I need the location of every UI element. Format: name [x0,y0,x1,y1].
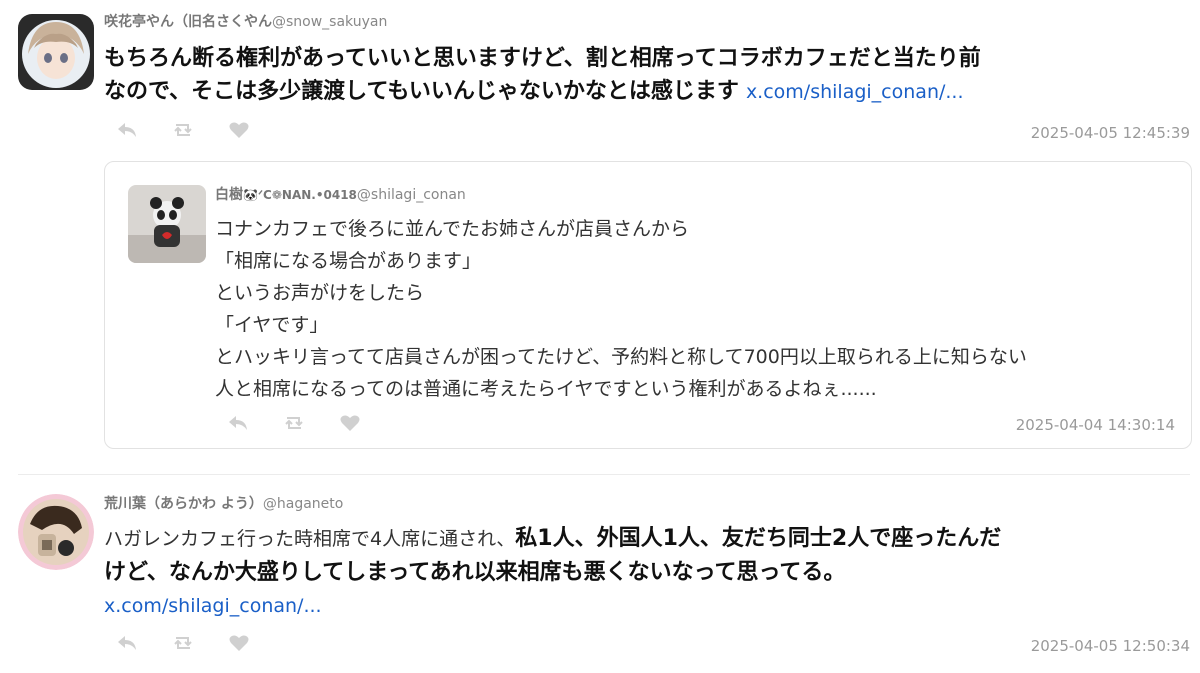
handle[interactable]: @snow_sakuyan [272,14,387,30]
quote-text-line: 「相席になる場合があります」 [215,250,482,272]
quote-action-bar [227,414,361,432]
action-bar [116,634,250,652]
tweet-text-bold: 私1人、外国人1人、友だち同士2人で座ったんだ [515,526,1002,551]
heart-icon[interactable] [228,121,250,139]
quote-text-line: というお声がけをしたら [215,282,425,304]
timestamp[interactable]: 2025-04-05 12:50:34 [1031,637,1190,655]
tweet-text-line: けど、なんか大盛りしてしまってあれ以来相席も悪くないなって思ってる。 [104,560,846,585]
quote-text-line: 人と相席になるってのは普通に考えたらイヤですという権利があるよねぇ...... [215,378,877,400]
quote-text-line: とハッキリ言ってて店員さんが困ってたけど、予約料と称して700円以上取られる上に… [215,346,1027,368]
quote-display-name[interactable]: 白樹 [215,187,243,203]
quote-timestamp[interactable]: 2025-04-04 14:30:14 [1016,416,1175,434]
reply-icon[interactable] [227,414,249,432]
tweet-text-plain: ハガレンカフェ行った時相席で4人席に通され、 [104,528,516,550]
quote-author-line: 白樹🐼ᐟC❁NAN.•0418@shilagi_conan [215,184,466,204]
author-line: 咲花亭やん（旧名さくやん@snow_sakuyan [104,11,387,31]
action-bar [116,121,250,139]
quoted-tweet[interactable]: 白樹🐼ᐟC❁NAN.•0418@shilagi_conan コナンカフェで後ろに… [104,161,1192,449]
retweet-icon[interactable] [172,634,194,652]
heart-icon[interactable] [339,414,361,432]
avatar-image [128,185,206,263]
author-line: 荒川葉（あらかわ よう）@haganeto [104,493,343,513]
tweet-text: もちろん断る権利があっていいと思いますけど、割と相席ってコラボカフェだと当たり前… [104,42,1194,109]
avatar-image [18,494,94,570]
quote-text-line: コナンカフェで後ろに並んでたお姉さんが店員さんから [215,218,690,240]
display-name[interactable]: 咲花亭やん（旧名さくやん [104,14,272,30]
retweet-icon[interactable] [172,121,194,139]
quote-text-line: 「イヤです」 [215,314,329,336]
tweet-text-line: もちろん断る権利があっていいと思いますけど、割と相席ってコラボカフェだと当たり前 [104,46,981,71]
tweet-link[interactable]: x.com/shilagi_conan/... [104,595,322,617]
avatar[interactable] [18,494,94,570]
tweet-divider [18,474,1190,475]
quote-text: コナンカフェで後ろに並んでたお姉さんが店員さんから 「相席になる場合があります」… [215,213,1185,405]
reply-icon[interactable] [116,121,138,139]
retweet-icon[interactable] [283,414,305,432]
display-name[interactable]: 荒川葉（あらかわ よう） [104,496,263,512]
tweet-text-line: なので、そこは多少譲渡してもいいんじゃないかなとは感じます [104,79,739,104]
heart-icon[interactable] [228,634,250,652]
quote-handle[interactable]: @shilagi_conan [357,187,466,203]
quote-name-decoration: 🐼ᐟC❁NAN.•0418 [243,188,357,202]
tweet-text: ハガレンカフェ行った時相席で4人席に通され、私1人、外国人1人、友だち同士2人で… [104,522,1194,623]
tweet-link[interactable]: x.com/shilagi_conan/... [746,81,964,103]
tweet: 咲花亭やん（旧名さくやん@snow_sakuyan もちろん断る権利があっていい… [0,0,1200,160]
avatar[interactable] [18,14,94,90]
tweet: 荒川葉（あらかわ よう）@haganeto ハガレンカフェ行った時相席で4人席に… [0,476,1200,673]
avatar-image [18,14,94,90]
reply-icon[interactable] [116,634,138,652]
quote-avatar[interactable] [128,185,206,263]
timestamp[interactable]: 2025-04-05 12:45:39 [1031,124,1190,142]
handle[interactable]: @haganeto [263,496,343,512]
